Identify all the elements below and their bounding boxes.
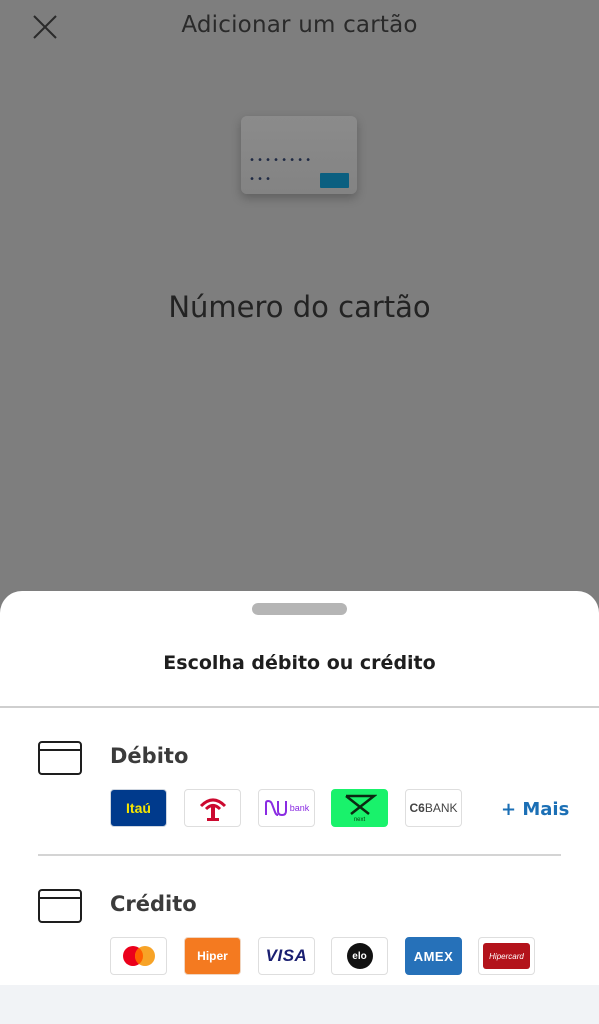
option-divider <box>38 854 561 856</box>
more-banks-link[interactable]: + Mais <box>501 799 569 820</box>
credit-label: Crédito <box>110 892 197 916</box>
debit-option[interactable]: Débito Itaú bank next C6BANK + Mais <box>0 731 599 851</box>
nubank-logo-text: bank <box>289 803 310 813</box>
card-number-dots: •••••••• <box>249 155 314 166</box>
bradesco-logo <box>184 789 241 827</box>
amex-logo: AMEX <box>405 937 462 975</box>
hipercard-logo-text: Hipercard <box>489 951 524 961</box>
bottom-band <box>0 985 599 1024</box>
page-title: Adicionar um cartão <box>181 12 418 38</box>
sheet-divider <box>0 706 599 708</box>
bradesco-icon <box>199 798 226 821</box>
itau-logo: Itaú <box>110 789 167 827</box>
hipercard-badge: Hipercard <box>483 943 530 969</box>
credit-option[interactable]: Crédito Hiper VISA elo AMEX Hipercard <box>0 879 599 999</box>
card-chip <box>320 173 349 188</box>
next-logo-text: next <box>353 817 366 823</box>
elo-badge: elo <box>346 943 373 969</box>
visa-logo: VISA <box>258 937 315 975</box>
visa-logo-text: VISA <box>265 946 308 965</box>
mastercard-logo <box>110 937 167 975</box>
next-logo: next <box>331 789 388 827</box>
mastercard-icon <box>122 946 155 966</box>
next-icon <box>344 794 377 815</box>
c6-bank-logo-text: C6BANK <box>409 801 458 815</box>
hipercard-logo: Hipercard <box>478 937 535 975</box>
sheet-drag-handle[interactable] <box>252 603 347 615</box>
c6-bank-logo: C6BANK <box>405 789 462 827</box>
elo-logo: elo <box>331 937 388 975</box>
hiper-logo: Hiper <box>184 937 241 975</box>
bottom-sheet: Escolha débito ou crédito Débito Itaú ba… <box>0 591 599 1024</box>
debit-label: Débito <box>110 744 189 768</box>
card-cvv-dots: ••• <box>249 174 274 185</box>
card-outline-icon <box>38 741 82 775</box>
hiper-logo-text: Hiper <box>197 949 228 963</box>
card-illustration: •••••••• ••• <box>241 116 357 194</box>
card-outline-icon <box>38 889 82 923</box>
elo-logo-text: elo <box>352 950 367 962</box>
nubank-logo: bank <box>258 789 315 827</box>
nubank-icon <box>264 799 287 817</box>
sheet-title: Escolha débito ou crédito <box>163 652 436 674</box>
amex-logo-text: AMEX <box>413 948 454 964</box>
card-number-field[interactable]: Número do cartão <box>0 290 599 324</box>
itau-logo-text: Itaú <box>126 800 151 816</box>
